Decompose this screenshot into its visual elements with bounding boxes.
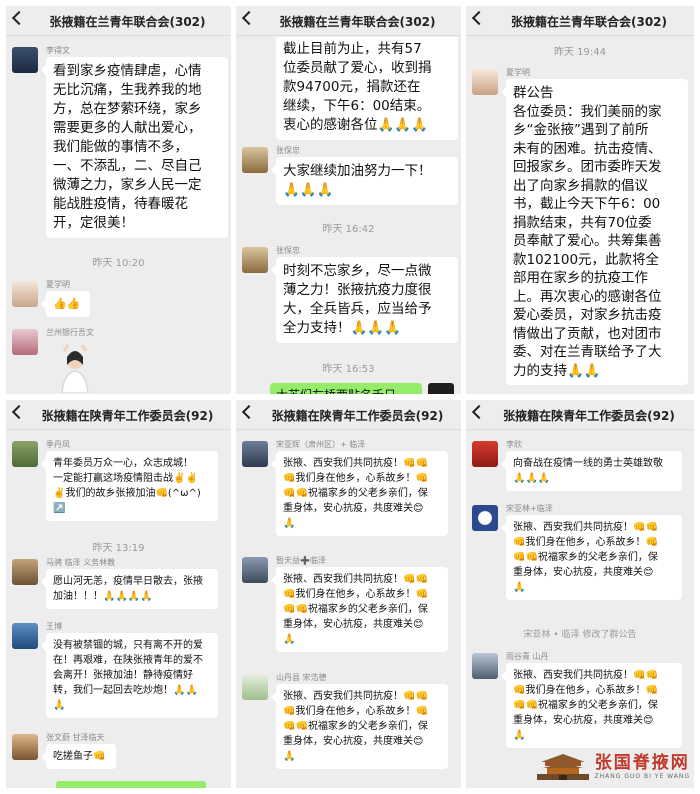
message-bubble[interactable]: 看到家乡疫情肆虐，心情 无比沉痛，生我养我的地 方，总在梦萦环绕，家乡 需要更多…: [41, 57, 228, 238]
chat-header: 张掖籍在兰青年联合会(302): [236, 6, 461, 36]
timestamp: 昨天 13:19: [92, 543, 145, 554]
sender-name: 张保忠: [276, 246, 300, 255]
message-bubble[interactable]: 大家继续加油努力一下！ 🙏🙏🙏: [271, 157, 458, 205]
avatar[interactable]: [242, 674, 268, 700]
message-bubble[interactable]: 向奋战在疫情一线的勇士英雄致敬 🙏🙏🙏: [501, 451, 682, 491]
chat-panel-6: 张掖籍在陕青年工作委员会(92) 李欣 向奋战在疫情一线的勇士英雄致敬 🙏🙏🙏 …: [466, 400, 694, 788]
back-arrow-icon[interactable]: [241, 404, 257, 420]
sender-name: 夏学明: [506, 68, 530, 77]
chat-header: 张掖籍在陕青年工作委员会(92): [466, 400, 694, 430]
avatar[interactable]: [12, 441, 38, 467]
watermark-pinyin: ZHANG GUO BI YE WANG: [594, 773, 690, 780]
sender-name: 张保忠: [276, 146, 300, 155]
self-message-bubble[interactable]: 大苏们左桥西贴名禾日: [270, 383, 422, 394]
chat-panel-4: 张掖籍在陕青年工作委员会(92) 季丹凤 青年委员万众一心，众志成城！ 一定能打…: [6, 400, 231, 788]
chat-header: 张掖籍在兰青年联合会(302): [466, 6, 694, 36]
message-bubble[interactable]: 截止目前为止，共有57 位委员献了爱心，收到捐 款94700元，捐款还在 继续，…: [276, 37, 458, 140]
sender-name: 张文蔚 甘泽临天: [46, 733, 105, 742]
timestamp: 昨天 19:44: [554, 47, 606, 58]
avatar[interactable]: [12, 559, 38, 585]
drum-tower-logo-icon: [536, 754, 589, 780]
chat-title: 张掖籍在陕青年工作委员会(92): [41, 409, 214, 423]
sticker-image[interactable]: [54, 343, 96, 393]
chat-panel-2: 张掖籍在兰青年联合会(302) 截止目前为止，共有57 位委员献了爱心，收到捐 …: [236, 6, 461, 394]
message-bubble[interactable]: 没有被禁锢的城，只有离不开的爱 在！再艰难，在陕张掖青年的爱不 会离开！张掖加油…: [41, 633, 218, 718]
avatar[interactable]: [472, 69, 498, 95]
announcement-bubble[interactable]: 群公告 各位委员：我们美丽的家 乡“金张掖”遇到了前所 未有的困难。抗击疫情、 …: [501, 79, 688, 385]
chat-header: 张掖籍在陕青年工作委员会(92): [236, 400, 461, 430]
self-avatar[interactable]: [428, 383, 454, 394]
chat-title: 张掖籍在陕青年工作委员会(92): [503, 409, 675, 423]
chat-title: 张掖籍在兰青年联合会(302): [279, 15, 436, 29]
message-bubble[interactable]: 时刻不忘家乡，尽一点微 薄之力！张掖抗疫力度很 大，全兵皆兵，应当给予 全力支持…: [271, 257, 458, 343]
avatar[interactable]: [12, 623, 38, 649]
avatar[interactable]: [242, 247, 268, 273]
avatar[interactable]: [242, 147, 268, 173]
self-message-bubble[interactable]: [56, 781, 206, 788]
timestamp: 昨天 16:53: [322, 364, 375, 375]
chat-title: 张掖籍在陕青年工作委员会(92): [271, 409, 444, 423]
chat-panel-5: 张掖籍在陕青年工作委员会(92) 宋亚辉（肃州区）+ 临泽 张掖、西安我们共同抗…: [236, 400, 461, 788]
message-bubble[interactable]: 张掖、西安我们共同抗疫！👊👊 👊我们身在他乡，心系故乡！👊 👊👊祝福家乡的父老乡…: [271, 451, 448, 536]
back-arrow-icon[interactable]: [471, 404, 487, 420]
message-bubble[interactable]: 张掖、西安我们共同抗疫！👊👊 👊我们身在他乡，心系故乡！👊 👊👊祝福家乡的父老乡…: [271, 684, 448, 769]
back-arrow-icon[interactable]: [11, 404, 27, 420]
sender-name: 马骋 临泽 义务林教: [46, 558, 116, 567]
chat-title: 张掖籍在兰青年联合会(302): [49, 15, 206, 29]
sender-name: 兰州银行吾文: [46, 328, 94, 337]
message-bubble[interactable]: 吃搓鱼子👊: [41, 744, 116, 769]
message-bubble[interactable]: 👍👍: [41, 291, 90, 317]
chat-title: 张掖籍在兰青年联合会(302): [510, 15, 668, 29]
message-bubble[interactable]: 愿山河无恙，疫情早日散去，张掖 加油！！！🙏🙏🙏🙏: [41, 569, 218, 609]
chat-header: 张掖籍在兰青年联合会(302): [6, 6, 231, 36]
sender-name: 宋亚辉（肃州区）+ 临泽: [276, 440, 366, 449]
avatar[interactable]: [12, 47, 38, 73]
system-notice: 宋亚林 • 临泽 修改了群公告: [523, 630, 637, 640]
avatar[interactable]: [472, 441, 498, 467]
chat-panel-3: 张掖籍在兰青年联合会(302) 昨天 19:44 夏学明 群公告 各位委员：我们…: [466, 6, 694, 394]
avatar[interactable]: [242, 441, 268, 467]
message-bubble[interactable]: 张掖、西安我们共同抗疫！👊👊 👊我们身在他乡，心系故乡！👊 👊👊祝福家乡的父老乡…: [501, 515, 682, 600]
message-bubble[interactable]: 张掖、西安我们共同抗疫！👊👊 👊我们身在他乡，心系故乡！👊 👊👊祝福家乡的父老乡…: [501, 663, 682, 748]
sender-name: 王博: [46, 622, 62, 631]
sender-name: 李欣: [506, 440, 522, 449]
chat-panel-1: 张掖籍在兰青年联合会(302) 李得文 看到家乡疫情肆虐，心情 无比沉痛，生我养…: [6, 6, 231, 394]
timestamp: 昨天 16:42: [322, 224, 375, 235]
sender-name: 季丹凤: [46, 440, 70, 449]
site-watermark: 张国脊掖网 ZHANG GUO BI YE WANG: [535, 748, 690, 780]
avatar[interactable]: [472, 505, 498, 531]
timestamp: 昨天 10:20: [92, 258, 145, 269]
sender-name: 暂天益➕临泽: [276, 556, 326, 565]
avatar[interactable]: [12, 329, 38, 355]
avatar[interactable]: [472, 653, 498, 679]
sender-name: 宋亚林+临泽: [506, 504, 553, 513]
avatar[interactable]: [12, 734, 38, 760]
message-bubble[interactable]: 青年委员万众一心，众志成城！ 一定能打赢这场疫情阻击战✌️✌️ ✌️我们的故乡张…: [41, 451, 218, 521]
message-bubble[interactable]: 张掖、西安我们共同抗疫！👊👊 👊我们身在他乡，心系故乡！👊 👊👊祝福家乡的父老乡…: [271, 567, 448, 652]
sender-name: 李得文: [46, 46, 70, 55]
chat-header: 张掖籍在陕青年工作委员会(92): [6, 400, 231, 430]
avatar[interactable]: [242, 557, 268, 583]
back-arrow-icon[interactable]: [241, 10, 257, 26]
watermark-title: 张国脊掖网: [594, 753, 690, 773]
back-arrow-icon[interactable]: [471, 10, 487, 26]
avatar[interactable]: [12, 281, 38, 307]
sender-name: 雨谷青 山丹: [506, 652, 549, 661]
back-arrow-icon[interactable]: [11, 10, 27, 26]
sender-name: 夏学明: [46, 280, 70, 289]
sender-name: 山丹县 宋浩德: [276, 673, 327, 682]
